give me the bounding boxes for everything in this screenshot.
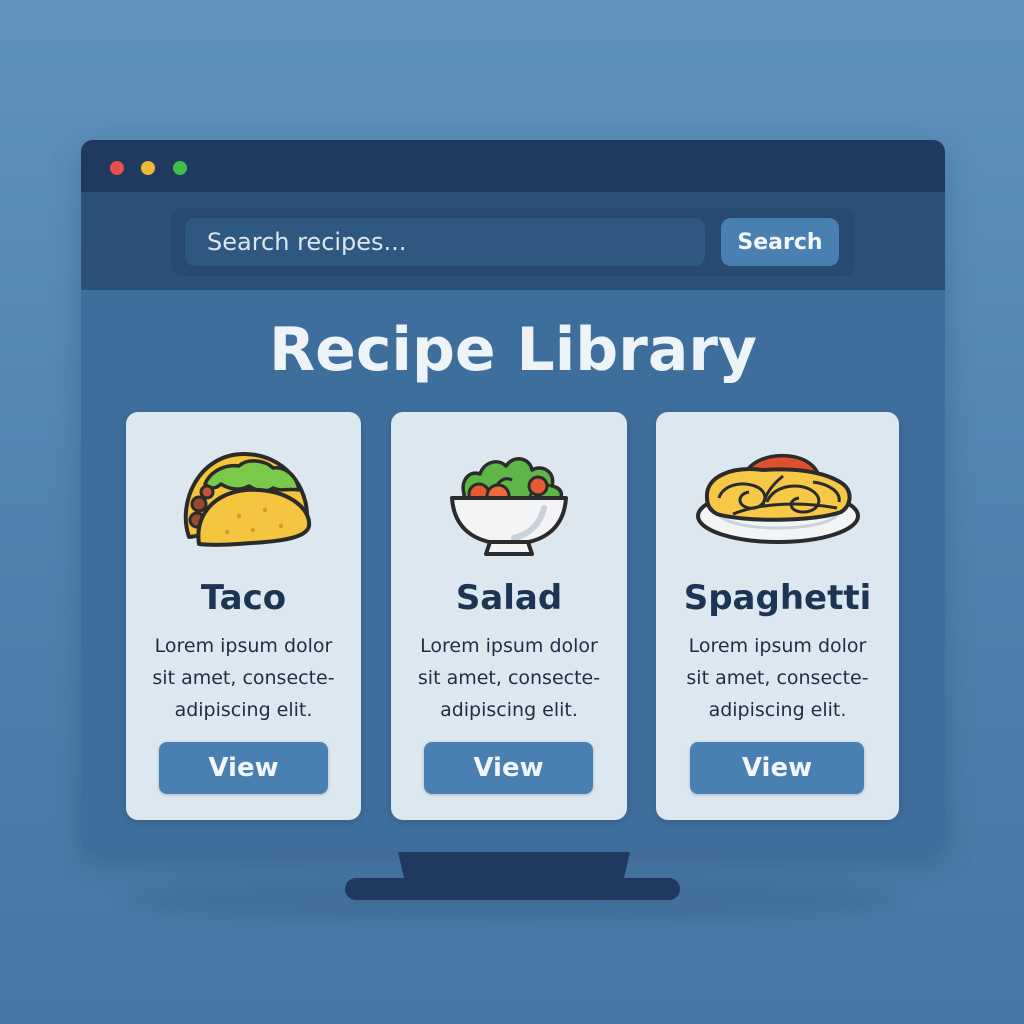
recipe-title: Salad [455,578,563,618]
search-input[interactable] [185,218,705,266]
close-window-dot[interactable] [110,161,124,175]
page-title: Recipe Library [268,315,758,385]
spaghetti-icon [656,432,899,562]
monitor-stand-base [345,878,680,900]
view-taco-button[interactable]: View [159,742,328,794]
recipe-title: Spaghetti [683,578,872,618]
monitor-screen: Search Recipe Library [81,140,945,852]
view-salad-button[interactable]: View [424,742,593,794]
recipe-description: Lorem ipsum dolor sit amet, consecte- ad… [417,635,601,721]
recipe-card-spaghetti: Spaghetti Lorem ipsum dolor sit amet, co… [656,412,899,820]
minimize-window-dot[interactable] [141,161,155,175]
recipe-description: Lorem ipsum dolor sit amet, consecte- ad… [152,635,335,721]
window-titlebar [81,140,945,192]
recipe-card-taco: Taco Lorem ipsum dolor sit amet, consect… [126,412,361,820]
salad-icon [391,432,627,562]
recipe-card-salad: Salad Lorem ipsum dolor sit amet, consec… [391,412,627,820]
view-spaghetti-button[interactable]: View [690,742,864,794]
recipe-title: Taco [200,578,287,618]
search-button[interactable]: Search [721,218,839,266]
search-bar: Search [171,208,855,276]
search-toolbar: Search [81,192,945,290]
maximize-window-dot[interactable] [173,161,187,175]
taco-icon [126,432,361,562]
recipe-description: Lorem ipsum dolor sit amet, consecte- ad… [686,635,869,721]
